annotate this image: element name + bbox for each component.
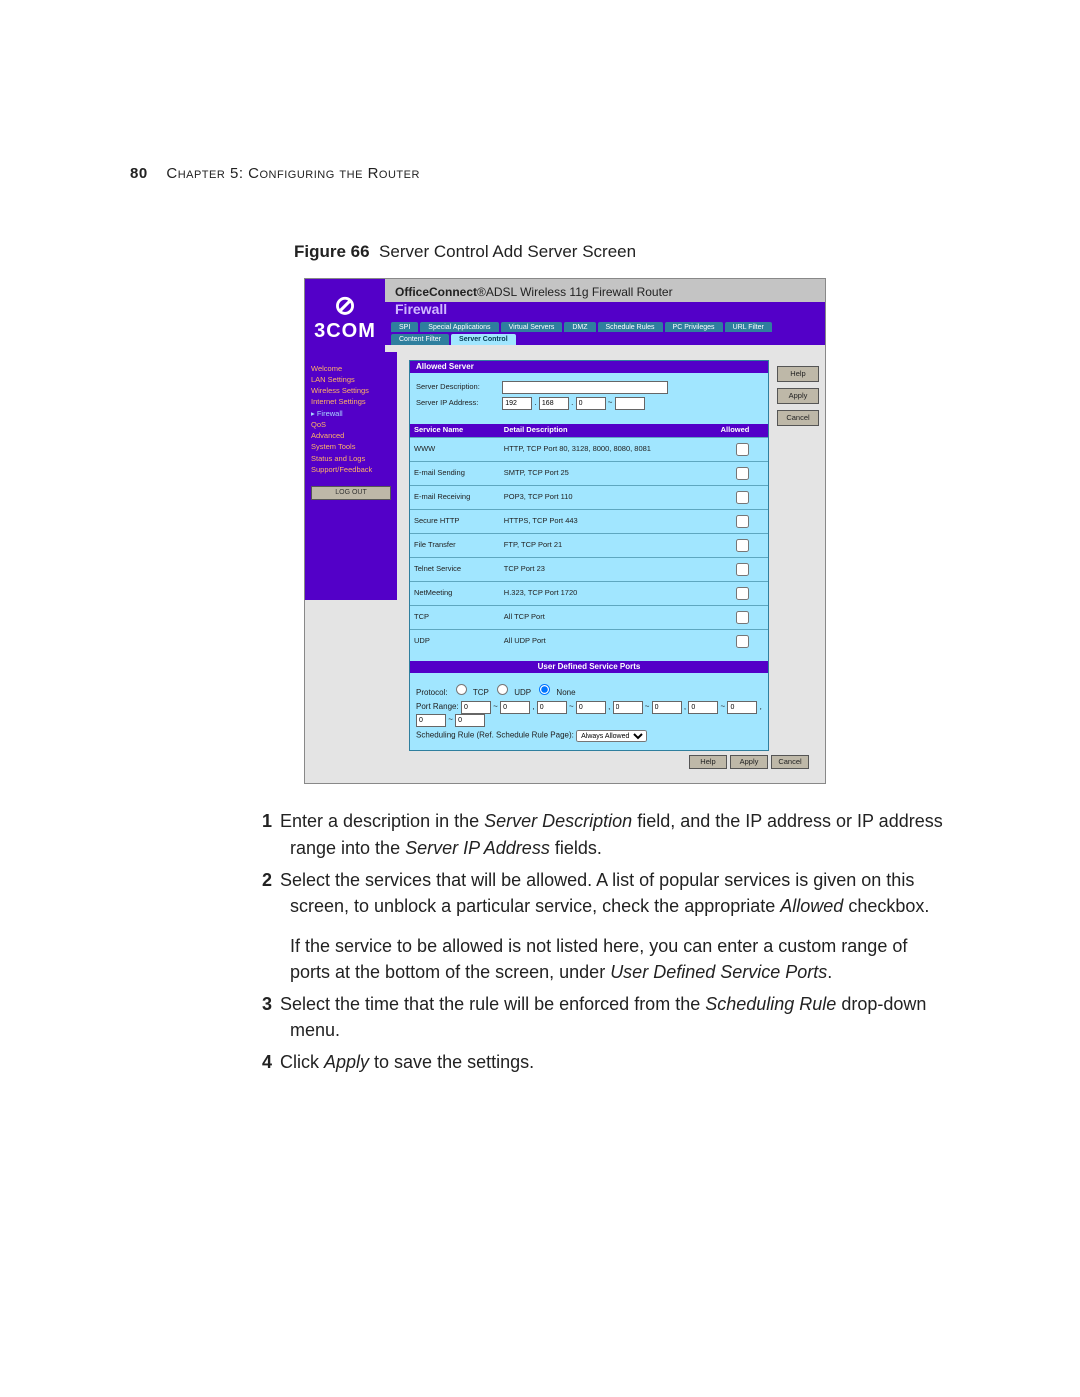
label-port-range: Port Range:: [416, 702, 459, 711]
tab-virtual-servers[interactable]: Virtual Servers: [501, 322, 563, 333]
tab-url-filter[interactable]: URL Filter: [725, 322, 772, 333]
select-scheduling-rule[interactable]: Always Allowed: [576, 730, 647, 742]
input-ip-1[interactable]: [502, 397, 532, 410]
sidebar: Welcome LAN Settings Wireless Settings Inte…: [305, 352, 397, 600]
input-ip-2[interactable]: [539, 397, 569, 410]
input-port-6[interactable]: [688, 701, 718, 714]
input-port-7[interactable]: [727, 701, 757, 714]
checkbox-allowed[interactable]: [736, 635, 749, 648]
input-server-description[interactable]: [502, 381, 668, 394]
label-protocol: Protocol:: [416, 688, 448, 697]
input-port-3[interactable]: [576, 701, 606, 714]
checkbox-allowed[interactable]: [736, 563, 749, 576]
logout-button[interactable]: LOG OUT: [311, 486, 391, 500]
sidebar-item-system-tools[interactable]: System Tools: [311, 443, 391, 451]
radio-protocol-udp[interactable]: [496, 684, 509, 695]
product-title: OfficeConnect®ADSL Wireless 11g Firewall…: [385, 279, 825, 302]
services-table: Service Name Detail Description Allowed …: [410, 424, 768, 652]
input-port-0[interactable]: [461, 701, 491, 714]
input-port-5[interactable]: [652, 701, 682, 714]
input-ip-4[interactable]: [615, 397, 645, 410]
table-row: UDPAll UDP Port: [410, 629, 768, 653]
input-port-4[interactable]: [613, 701, 643, 714]
th-detail: Detail Description: [500, 424, 717, 437]
label-server-ip: Server IP Address:: [416, 399, 500, 407]
checkbox-allowed[interactable]: [736, 467, 749, 480]
bottom-help-button[interactable]: Help: [689, 755, 727, 769]
checkbox-allowed[interactable]: [736, 611, 749, 624]
tab-special-applications[interactable]: Special Applications: [420, 322, 498, 333]
table-row: NetMeetingH.323, TCP Port 1720: [410, 581, 768, 605]
label-scheduling-rule: Scheduling Rule (Ref. Schedule Rule Page…: [416, 731, 574, 740]
tab-dmz[interactable]: DMZ: [564, 322, 595, 333]
label-server-description: Server Description:: [416, 383, 500, 391]
sidebar-item-wireless-settings[interactable]: Wireless Settings: [311, 387, 391, 395]
table-row: TCPAll TCP Port: [410, 605, 768, 629]
input-port-1[interactable]: [500, 701, 530, 714]
sidebar-item-advanced[interactable]: Advanced: [311, 432, 391, 440]
sidebar-item-firewall[interactable]: ▸ Firewall: [311, 410, 391, 418]
th-allowed: Allowed: [717, 424, 768, 437]
input-ip-3[interactable]: [576, 397, 606, 410]
tab-spi[interactable]: SPI: [391, 322, 418, 333]
apply-button[interactable]: Apply: [777, 388, 819, 404]
checkbox-allowed[interactable]: [736, 515, 749, 528]
input-port-8[interactable]: [416, 714, 446, 727]
sidebar-item-status-and-logs[interactable]: Status and Logs: [311, 455, 391, 463]
sidebar-item-welcome[interactable]: Welcome: [311, 365, 391, 373]
checkbox-allowed[interactable]: [736, 539, 749, 552]
table-row: Telnet ServiceTCP Port 23: [410, 557, 768, 581]
tab-schedule-rules[interactable]: Schedule Rules: [598, 322, 663, 333]
panel-title: Allowed Server: [410, 361, 768, 374]
bottom-cancel-button[interactable]: Cancel: [771, 755, 809, 769]
bottom-apply-button[interactable]: Apply: [730, 755, 768, 769]
instruction-list: 1Enter a description in the Server Descr…: [290, 808, 950, 1075]
page-number: 80: [130, 165, 148, 182]
table-row: E-mail SendingSMTP, TCP Port 25: [410, 461, 768, 485]
sidebar-item-qos[interactable]: QoS: [311, 421, 391, 429]
radio-protocol-none[interactable]: [538, 684, 551, 695]
radio-protocol-tcp[interactable]: [455, 684, 468, 695]
sidebar-item-support-feedback[interactable]: Support/Feedback: [311, 466, 391, 474]
tab-strip: SPISpecial ApplicationsVirtual ServersDM…: [385, 322, 825, 345]
logo-3com: ⊘ 3COM: [305, 279, 385, 352]
input-port-2[interactable]: [537, 701, 567, 714]
sidebar-item-lan-settings[interactable]: LAN Settings: [311, 376, 391, 384]
table-row: E-mail ReceivingPOP3, TCP Port 110: [410, 485, 768, 509]
table-row: File TransferFTP, TCP Port 21: [410, 533, 768, 557]
table-row: WWWHTTP, TCP Port 80, 3128, 8000, 8080, …: [410, 437, 768, 461]
running-header: 80 Chapter 5: Configuring the Router: [130, 165, 950, 182]
checkbox-allowed[interactable]: [736, 443, 749, 456]
sidebar-item-internet-settings[interactable]: Internet Settings: [311, 398, 391, 406]
tab-server-control[interactable]: Server Control: [451, 334, 516, 345]
help-button[interactable]: Help: [777, 366, 819, 382]
checkbox-allowed[interactable]: [736, 587, 749, 600]
th-service-name: Service Name: [410, 424, 500, 437]
tab-pc-privileges[interactable]: PC Privileges: [665, 322, 723, 333]
user-defined-ports-title: User Defined Service Ports: [410, 661, 768, 674]
curl-icon: ⊘: [305, 291, 385, 320]
section-title: Firewall: [385, 302, 825, 321]
cancel-button[interactable]: Cancel: [777, 410, 819, 426]
screenshot-router-admin: ⊘ 3COM OfficeConnect®ADSL Wireless 11g F…: [304, 278, 826, 784]
table-row: Secure HTTPHTTPS, TCP Port 443: [410, 509, 768, 533]
figure-caption: Figure 66 Server Control Add Server Scre…: [294, 242, 950, 262]
tab-content-filter[interactable]: Content Filter: [391, 334, 449, 345]
chapter-title: Chapter 5: Configuring the Router: [166, 165, 420, 182]
checkbox-allowed[interactable]: [736, 491, 749, 504]
input-port-9[interactable]: [455, 714, 485, 727]
